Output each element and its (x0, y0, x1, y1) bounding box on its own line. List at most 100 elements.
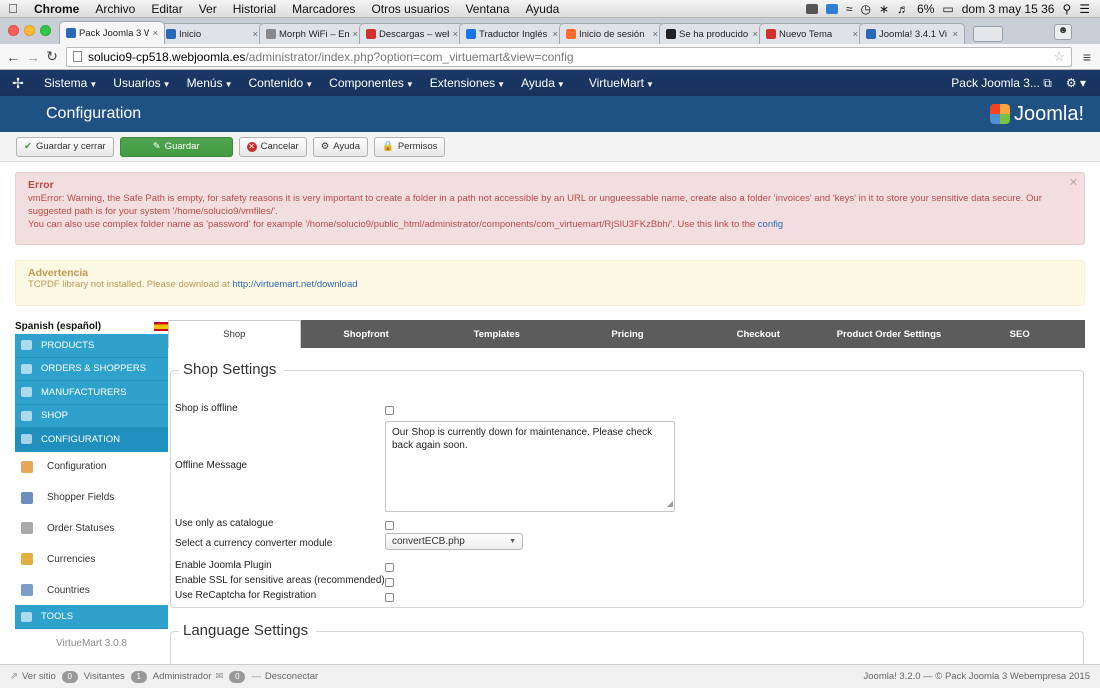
permissions-button[interactable]: 🔒 Permisos (373, 136, 446, 157)
time-machine-icon[interactable]: ◷ (860, 2, 870, 16)
close-tab-icon[interactable]: × (252, 29, 258, 40)
shop-offline-checkbox[interactable] (385, 406, 394, 415)
close-alert-icon[interactable]: ✕ (1069, 177, 1078, 190)
site-link[interactable]: Pack Joomla 3... ⧉ (951, 76, 1052, 91)
browser-tab[interactable]: Inicio de sesión × (559, 23, 665, 44)
sidebar-item-products[interactable]: PRODUCTS (15, 334, 168, 358)
tab-shop[interactable]: Shop (168, 320, 301, 348)
browser-tab[interactable]: Descargas – web × (359, 23, 465, 44)
close-tab-icon[interactable]: × (452, 29, 458, 40)
caret-down-icon: ▼ (645, 80, 654, 89)
sidebar-subitem-countries[interactable]: Countries (15, 574, 168, 606)
nav-label: Menús (186, 76, 223, 90)
sidebar-subitem-order-statuses[interactable]: Order Statuses (15, 513, 168, 544)
tab-shopfront[interactable]: Shopfront (301, 320, 432, 348)
apple-icon[interactable]:  (0, 1, 26, 16)
nav-menus[interactable]: Menús ▼ (179, 76, 241, 90)
mac-menu-otros-usuarios[interactable]: Otros usuarios (363, 2, 457, 16)
save-button[interactable]: ✎ Guardar (119, 136, 233, 157)
tab-seo[interactable]: SEO (954, 320, 1085, 348)
sidebar-item-manufacturers[interactable]: MANUFACTURERS (15, 381, 168, 405)
nav-virtuemart[interactable]: VirtueMart ▼ (581, 76, 662, 90)
tray-app-icon[interactable] (805, 3, 818, 14)
sidebar-item-tools[interactable]: TOOLS (15, 605, 168, 629)
recaptcha-checkbox[interactable] (385, 593, 394, 602)
close-window-button[interactable] (8, 25, 19, 36)
chrome-menu-icon[interactable]: ≡ (1080, 49, 1094, 65)
mac-menu-ventana[interactable]: Ventana (457, 2, 517, 16)
browser-tab[interactable]: Nuevo Tema × (759, 23, 865, 44)
browser-tab[interactable]: Pack Joomla 3 W × (59, 21, 165, 44)
joomla-top-nav: ✢ Sistema ▼ Usuarios ▼ Menús ▼ Contenido ▼ C… (0, 70, 1100, 96)
sidebar-item-configuration[interactable]: CONFIGURATION (15, 428, 168, 452)
forward-icon[interactable]: → (26, 49, 40, 65)
sidebar-item-orders-shoppers[interactable]: ORDERS & SHOPPERS (15, 357, 168, 381)
sidebar-subitem-shopper-fields[interactable]: Shopper Fields (15, 482, 168, 514)
save-close-button[interactable]: ✔ Guardar y cerrar (16, 136, 114, 157)
close-tab-icon[interactable]: × (352, 29, 358, 40)
mac-menu-app[interactable]: Chrome (26, 2, 87, 16)
mac-menu-ayuda[interactable]: Ayuda (518, 2, 568, 16)
logout-link[interactable]: Desconectar (265, 671, 318, 682)
zoom-window-button[interactable] (40, 25, 51, 36)
browser-tab[interactable]: Inicio × (159, 23, 265, 44)
nav-contenido[interactable]: Contenido ▼ (241, 76, 322, 90)
close-tab-icon[interactable]: × (952, 29, 958, 40)
tab-templates[interactable]: Templates (431, 320, 562, 348)
close-tab-icon[interactable]: × (652, 29, 658, 40)
battery-percent[interactable]: 6% (917, 2, 934, 16)
browser-tab[interactable]: Joomla! 3.4.1 Vi × (859, 23, 965, 44)
nav-componentes[interactable]: Componentes ▼ (321, 76, 422, 90)
nav-ayuda[interactable]: Ayuda ▼ (513, 76, 573, 90)
joomla-plugin-checkbox[interactable] (385, 563, 394, 572)
tab-pricing[interactable]: Pricing (562, 320, 693, 348)
nav-extensiones[interactable]: Extensiones ▼ (422, 76, 513, 90)
new-tab-button[interactable] (973, 26, 1003, 42)
close-tab-icon[interactable]: × (852, 29, 858, 40)
wifi-icon[interactable]: ≈ (846, 2, 853, 16)
volume-icon[interactable]: ♬ (897, 2, 909, 16)
minimize-window-button[interactable] (24, 25, 35, 36)
ssl-checkbox[interactable] (385, 578, 394, 587)
help-button[interactable]: ⚙ Ayuda (312, 136, 368, 157)
nav-usuarios[interactable]: Usuarios ▼ (105, 76, 178, 90)
catalogue-checkbox[interactable] (385, 521, 394, 530)
url-bar[interactable]: solucio9-cp518.webjoomla.es /administrat… (66, 46, 1072, 67)
close-tab-icon[interactable]: × (752, 29, 758, 40)
reload-icon[interactable]: ↻ (46, 48, 58, 65)
joomla-logo-icon[interactable]: ✢ (0, 75, 36, 92)
tray-finder-icon[interactable] (825, 3, 838, 14)
view-site-link[interactable]: Ver sitio (22, 671, 56, 682)
download-link[interactable]: http://virtuemart.net/download (232, 279, 357, 290)
resize-grip-icon[interactable]: ◢ (667, 497, 673, 510)
language-switch[interactable]: Spanish (español) (15, 318, 168, 334)
settings-gear-icon[interactable]: ⚙ ▾ (1066, 76, 1086, 91)
currency-module-select[interactable]: convertECB.php ▼ (385, 533, 523, 550)
sidebar-subitem-configuration[interactable]: Configuration (15, 451, 168, 483)
browser-tab[interactable]: Se ha producido × (659, 23, 765, 44)
user-profile-icon[interactable]: ☻ (1054, 24, 1072, 40)
back-icon[interactable]: ← (6, 49, 20, 65)
nav-sistema[interactable]: Sistema ▼ (36, 76, 105, 90)
sidebar-subitem-currencies[interactable]: Currencies (15, 543, 168, 575)
mac-menu-marcadores[interactable]: Marcadores (284, 2, 363, 16)
browser-tab[interactable]: Traductor Inglés × (459, 23, 565, 44)
tab-product-order-settings[interactable]: Product Order Settings (824, 320, 955, 348)
mac-menu-archivo[interactable]: Archivo (87, 2, 143, 16)
cancel-button[interactable]: ✕ Cancelar (238, 136, 307, 157)
clock[interactable]: dom 3 may 15 36 (962, 2, 1055, 16)
spotlight-icon[interactable]: ⚲ (1062, 2, 1071, 16)
mac-menu-historial[interactable]: Historial (225, 2, 284, 16)
browser-tab[interactable]: Morph WiFi – Em × (259, 23, 365, 44)
bookmark-star-icon[interactable]: ☆ (1053, 49, 1065, 65)
offline-message-textarea[interactable]: Our Shop is currently down for maintenan… (385, 421, 675, 512)
sidebar-item-shop[interactable]: SHOP (15, 404, 168, 428)
mac-menu-editar[interactable]: Editar (143, 2, 190, 16)
tab-checkout[interactable]: Checkout (693, 320, 824, 348)
notifications-icon[interactable]: ☰ (1079, 2, 1090, 16)
mac-menu-ver[interactable]: Ver (191, 2, 225, 16)
bluetooth-icon[interactable]: ∗ (879, 2, 889, 16)
close-tab-icon[interactable]: × (552, 29, 558, 40)
close-tab-icon[interactable]: × (152, 28, 158, 39)
config-link[interactable]: config (758, 219, 783, 230)
